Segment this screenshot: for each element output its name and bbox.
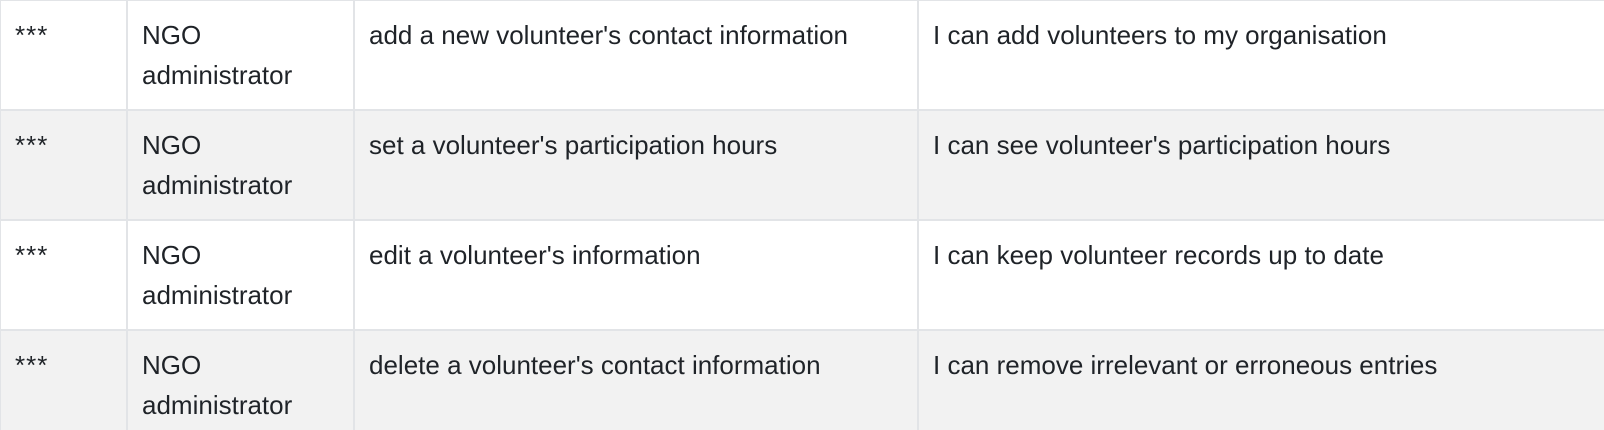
goal-cell: edit a volunteer's information [353, 219, 919, 331]
priority-cell: *** [0, 329, 128, 430]
table-row: *** NGO administrator delete a volunteer… [0, 329, 1604, 430]
user-stories-table: *** NGO administrator add a new voluntee… [0, 0, 1604, 430]
benefit-cell: I can keep volunteer records up to date [917, 219, 1604, 331]
table-row: *** NGO administrator edit a volunteer's… [0, 219, 1604, 331]
role-cell: NGO administrator [126, 329, 355, 430]
role-cell: NGO administrator [126, 109, 355, 221]
priority-cell: *** [0, 109, 128, 221]
goal-cell: add a new volunteer's contact informatio… [353, 0, 919, 111]
benefit-cell: I can see volunteer's participation hour… [917, 109, 1604, 221]
table-row: *** NGO administrator set a volunteer's … [0, 109, 1604, 221]
priority-cell: *** [0, 0, 128, 111]
priority-cell: *** [0, 219, 128, 331]
role-cell: NGO administrator [126, 219, 355, 331]
role-cell: NGO administrator [126, 0, 355, 111]
goal-cell: delete a volunteer's contact information [353, 329, 919, 430]
goal-cell: set a volunteer's participation hours [353, 109, 919, 221]
benefit-cell: I can remove irrelevant or erroneous ent… [917, 329, 1604, 430]
benefit-cell: I can add volunteers to my organisation [917, 0, 1604, 111]
table-row: *** NGO administrator add a new voluntee… [0, 0, 1604, 111]
